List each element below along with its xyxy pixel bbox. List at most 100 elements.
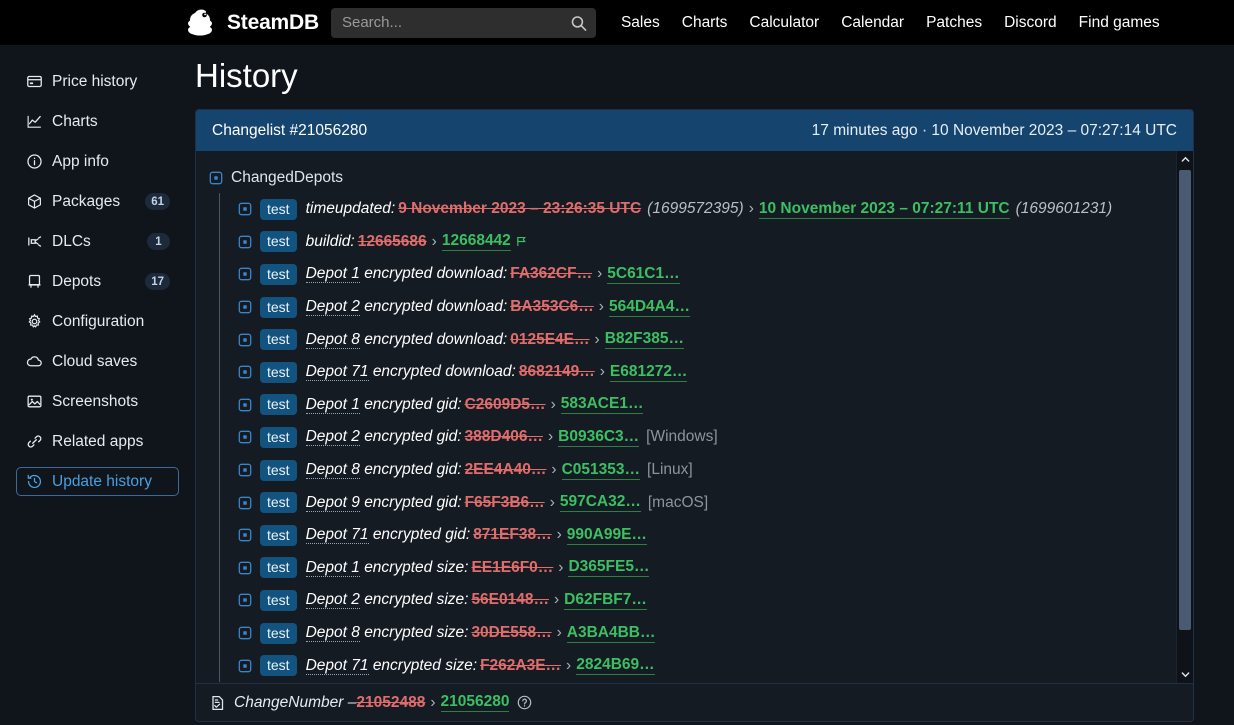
- new-value-raw: (1699601231): [1016, 200, 1113, 218]
- nav-link-calendar[interactable]: Calendar: [830, 14, 915, 32]
- sidebar-item-label: Depots: [52, 273, 101, 291]
- sidebar-item-configuration[interactable]: Configuration: [16, 307, 179, 336]
- sidebar-item-screenshots[interactable]: Screenshots: [16, 387, 179, 416]
- table-row[interactable]: test Depot 71 encrypted download: 868214…: [237, 356, 1170, 389]
- table-row[interactable]: test Depot 71 encrypted gid: 871EF38… › …: [237, 519, 1170, 552]
- change-arrow-icon: ›: [430, 694, 435, 712]
- branch-badge[interactable]: test: [260, 427, 297, 448]
- changelist-timestamp: 17 minutes ago · 10 November 2023 – 07:2…: [812, 122, 1177, 140]
- new-value: E681272…: [610, 363, 688, 382]
- changelist-card: Changelist #21056280 17 minutes ago · 10…: [195, 109, 1194, 722]
- table-row[interactable]: test Depot 8 encrypted size: 30DE558… › …: [237, 617, 1170, 650]
- change-arrow-icon: ›: [548, 428, 553, 446]
- nav-link-charts[interactable]: Charts: [671, 14, 739, 32]
- sidebar-item-app-info[interactable]: App info: [16, 147, 179, 176]
- square-dot-icon: [237, 560, 252, 575]
- old-value: 56E0148…: [471, 591, 549, 609]
- table-row[interactable]: test buildid: 12665686 › 12668442: [237, 226, 1170, 259]
- table-row[interactable]: test Depot 1 encrypted download: FA362CF…: [237, 258, 1170, 291]
- change-arrow-icon: ›: [551, 461, 556, 479]
- old-value: 12665686: [358, 233, 427, 251]
- square-dot-icon: [237, 397, 252, 412]
- old-value: EE1E6F0…: [471, 559, 553, 577]
- nav-link-find-games[interactable]: Find games: [1068, 14, 1171, 32]
- branch-badge[interactable]: test: [260, 297, 297, 318]
- branch-badge[interactable]: test: [260, 492, 297, 513]
- branch-badge[interactable]: test: [260, 199, 297, 220]
- old-value: 0125E4E…: [510, 331, 589, 349]
- old-value: 388D406…: [465, 428, 543, 446]
- branch-badge[interactable]: test: [260, 460, 297, 481]
- link-icon: [25, 433, 43, 451]
- sidebar-item-dlcs[interactable]: DLCs 1: [16, 227, 179, 256]
- scrollbar-track[interactable]: [1177, 168, 1193, 666]
- sidebar-item-cloud-saves[interactable]: Cloud saves: [16, 347, 179, 376]
- sidebar-badge-dlcs: 1: [147, 233, 170, 250]
- change-arrow-icon: ›: [557, 624, 562, 642]
- tree-root-node[interactable]: Changed Depots: [208, 163, 1170, 193]
- branch-badge[interactable]: test: [260, 264, 297, 285]
- table-row[interactable]: test Depot 8 encrypted download: 0125E4E…: [237, 323, 1170, 356]
- branch-badge[interactable]: test: [260, 231, 297, 252]
- branch-badge[interactable]: test: [260, 394, 297, 415]
- table-row[interactable]: test Depot 2 encrypted gid: 388D406… › B…: [237, 421, 1170, 454]
- patchnotes-flag-icon[interactable]: [515, 235, 528, 248]
- vertical-scrollbar[interactable]: [1176, 151, 1193, 683]
- depot-number: Depot 1: [306, 396, 360, 414]
- scroll-up-button[interactable]: [1177, 151, 1193, 168]
- table-row[interactable]: test Depot 2 encrypted size: 56E0148… › …: [237, 584, 1170, 617]
- footer-old-value: 21052488: [356, 694, 425, 712]
- tree-root-label-italic: Depots: [294, 169, 343, 187]
- sidebar-item-charts[interactable]: Charts: [16, 107, 179, 136]
- table-row[interactable]: test Depot 71 encrypted size: F262A3E… ›…: [237, 649, 1170, 682]
- depot-number: Depot 1: [306, 265, 360, 283]
- steamdb-brand-link[interactable]: SteamDB: [182, 6, 319, 40]
- changelist-body: Changed Depots test ti: [196, 151, 1193, 683]
- sidebar-item-update-history[interactable]: Update history: [16, 467, 179, 496]
- nav-link-patches[interactable]: Patches: [915, 14, 993, 32]
- change-arrow-icon: ›: [551, 396, 556, 414]
- sidebar-item-label: Charts: [52, 113, 98, 131]
- depot-number: Depot 71: [306, 526, 369, 544]
- branch-badge[interactable]: test: [260, 362, 297, 383]
- table-row[interactable]: test Depot 8 encrypted gid: 2EE4A40… › C…: [237, 454, 1170, 487]
- square-dot-icon: [237, 528, 252, 543]
- change-key: encrypted download:: [373, 363, 516, 380]
- branch-badge[interactable]: test: [260, 525, 297, 546]
- depot-number: Depot 2: [306, 428, 360, 446]
- scroll-down-button[interactable]: [1177, 666, 1193, 683]
- new-value: D365FE5…: [568, 558, 649, 577]
- sidebar-item-packages[interactable]: Packages 61: [16, 187, 179, 216]
- square-dot-icon: [237, 430, 252, 445]
- branch-badge[interactable]: test: [260, 329, 297, 350]
- nav-link-sales[interactable]: Sales: [610, 14, 671, 32]
- scrollbar-thumb[interactable]: [1179, 170, 1191, 630]
- table-row[interactable]: test timeupdated: 9 November 2023 – 23:2…: [237, 193, 1170, 226]
- footer-new-value: 21056280: [441, 693, 510, 712]
- table-row[interactable]: test Depot 1 encrypted size: EE1E6F0… › …: [237, 552, 1170, 585]
- nav-link-discord[interactable]: Discord: [993, 14, 1068, 32]
- table-row[interactable]: test Depot 2 encrypted download: BA353C6…: [237, 291, 1170, 324]
- search-box[interactable]: [331, 8, 596, 38]
- square-dot-icon: [237, 495, 252, 510]
- sidebar-item-price-history[interactable]: Price history: [16, 67, 179, 96]
- new-value: 564D4A4…: [609, 298, 690, 317]
- sidebar-item-label: Screenshots: [52, 393, 138, 411]
- new-value: A3BA4BB…: [567, 624, 656, 643]
- sidebar-item-related-apps[interactable]: Related apps: [16, 427, 179, 456]
- search-input[interactable]: [331, 8, 596, 38]
- new-value: D62FBF7…: [564, 591, 647, 610]
- sidebar-badge-depots: 17: [145, 273, 170, 290]
- table-row[interactable]: test Depot 1 encrypted gid: C2609D5… › 5…: [237, 389, 1170, 422]
- sidebar-item-label: Configuration: [52, 313, 144, 331]
- branch-badge[interactable]: test: [260, 623, 297, 644]
- table-row[interactable]: test Depot 9 encrypted gid: F65F3B6… › 5…: [237, 486, 1170, 519]
- nav-link-calculator[interactable]: Calculator: [738, 14, 830, 32]
- branch-badge[interactable]: test: [260, 655, 297, 676]
- changelist-scroll-area: Changed Depots test ti: [196, 151, 1176, 683]
- branch-badge[interactable]: test: [260, 557, 297, 578]
- branch-badge[interactable]: test: [260, 590, 297, 611]
- sidebar-item-label: DLCs: [52, 233, 91, 251]
- question-circle-icon[interactable]: [517, 695, 532, 710]
- sidebar-item-depots[interactable]: Depots 17: [16, 267, 179, 296]
